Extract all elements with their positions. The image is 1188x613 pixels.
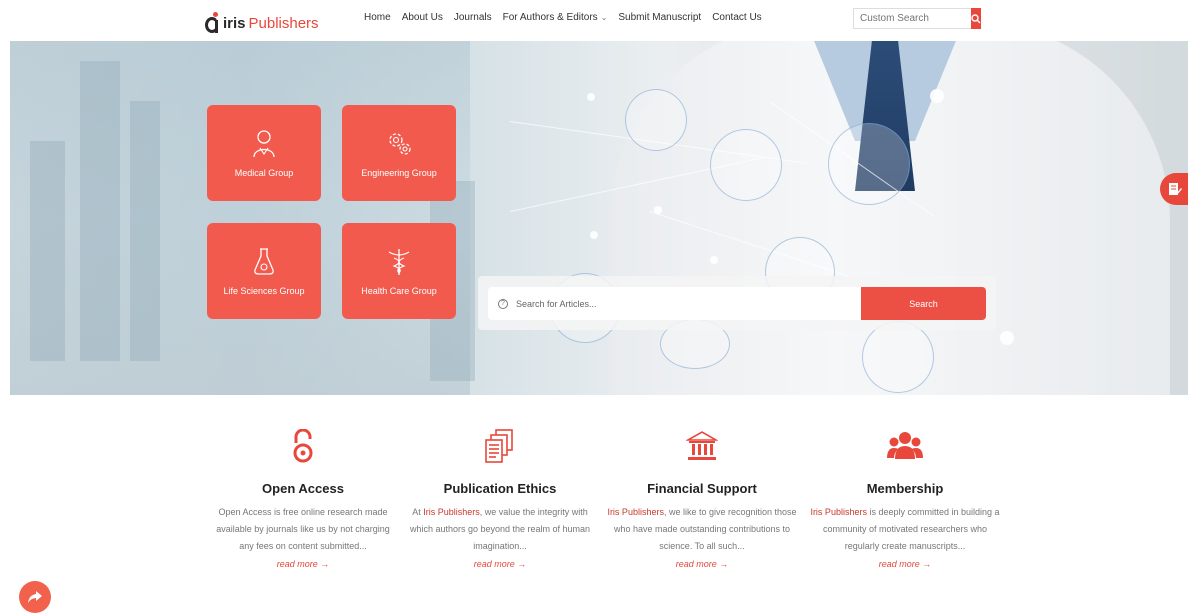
publication-ethics-description: At Iris Publishers, we value the integri… (409, 507, 591, 551)
nav-home[interactable]: Home (364, 12, 391, 23)
article-search-bar: ? Search for Articles... Search (478, 276, 996, 330)
financial-support-read-more[interactable]: read more → (607, 559, 797, 569)
heart-plus-circle-icon (828, 123, 910, 205)
logo-publishers-text: Publishers (248, 15, 319, 32)
open-lock-icon (293, 429, 313, 463)
open-access-title: Open Access (262, 481, 344, 496)
share-button[interactable] (19, 581, 51, 613)
search-icon (971, 13, 981, 23)
nav-authors-editors-label: For Authors & Editors (502, 12, 598, 23)
custom-search-input[interactable] (853, 8, 972, 29)
chevron-down-icon: ⌄ (600, 13, 608, 22)
membership-description: Iris Publishers is deeply committed in b… (810, 507, 1000, 551)
membership-title: Membership (866, 481, 944, 496)
doctor-icon (253, 130, 275, 158)
life-sciences-group-label: Life Sciences Group (223, 286, 305, 296)
nav-authors-editors[interactable]: For Authors & Editors ⌄ (503, 12, 608, 23)
flask-icon (254, 248, 274, 275)
publication-ethics-read-more[interactable]: read more → (405, 559, 595, 569)
users-icon (887, 432, 923, 459)
open-access-description: Open Access is free online research made… (216, 507, 390, 551)
publication-ethics-title: Publication Ethics (443, 481, 557, 496)
hero-background-city (10, 41, 470, 395)
open-access-read-more[interactable]: read more → (208, 559, 398, 569)
logo-mark-icon (205, 12, 221, 34)
nav-contact-us[interactable]: Contact Us (712, 12, 761, 23)
medical-group-label: Medical Group (234, 168, 294, 178)
share-arrow-icon (28, 591, 42, 603)
bank-icon (686, 431, 718, 460)
nav-about-us[interactable]: About Us (402, 12, 443, 23)
submit-article-side-button[interactable] (1160, 173, 1188, 205)
article-search-placeholder: Search for Articles... (516, 298, 597, 309)
life-sciences-group-card[interactable]: Life Sciences Group (207, 223, 321, 319)
stethoscope-circle-icon (710, 129, 782, 201)
membership-feature: Membership Iris Publishers is deeply com… (810, 427, 1000, 569)
gears-icon (389, 133, 411, 155)
top-header: iris Publishers Home About Us Journals Fo… (0, 0, 1188, 41)
help-icon: ? (498, 298, 508, 309)
hero-banner: Medical Group Engineering Group Life Sci… (10, 41, 1188, 395)
edit-document-icon (1169, 183, 1182, 195)
financial-support-description: Iris Publishers, we like to give recogni… (607, 507, 797, 551)
health-care-group-label: Health Care Group (361, 286, 437, 296)
logo-iris-text: iris (223, 15, 246, 32)
article-search-input[interactable]: ? Search for Articles... (488, 287, 861, 320)
caduceus-icon (388, 249, 410, 275)
documents-icon (485, 429, 513, 463)
header-search-button[interactable] (971, 8, 981, 29)
health-care-group-card[interactable]: Health Care Group (342, 223, 456, 319)
header-search (853, 8, 981, 29)
open-access-feature: Open Access Open Access is free online r… (208, 427, 398, 569)
engineering-group-label: Engineering Group (361, 168, 437, 178)
financial-support-title: Financial Support (647, 481, 757, 496)
financial-support-feature: Financial Support Iris Publishers, we li… (607, 427, 797, 569)
engineering-group-card[interactable]: Engineering Group (342, 105, 456, 201)
iris-publishers-logo[interactable]: iris Publishers (205, 8, 319, 34)
wifi-device-circle-icon (862, 321, 934, 393)
article-search-button[interactable]: Search (861, 287, 986, 320)
medical-group-card[interactable]: Medical Group (207, 105, 321, 201)
clipboard-circle-icon (625, 89, 687, 151)
membership-read-more[interactable]: read more → (810, 559, 1000, 569)
main-nav: Home About Us Journals For Authors & Edi… (364, 12, 773, 23)
publication-ethics-feature: Publication Ethics At Iris Publishers, w… (405, 427, 595, 569)
nav-journals[interactable]: Journals (454, 12, 492, 23)
nav-submit-manuscript[interactable]: Submit Manuscript (618, 12, 701, 23)
